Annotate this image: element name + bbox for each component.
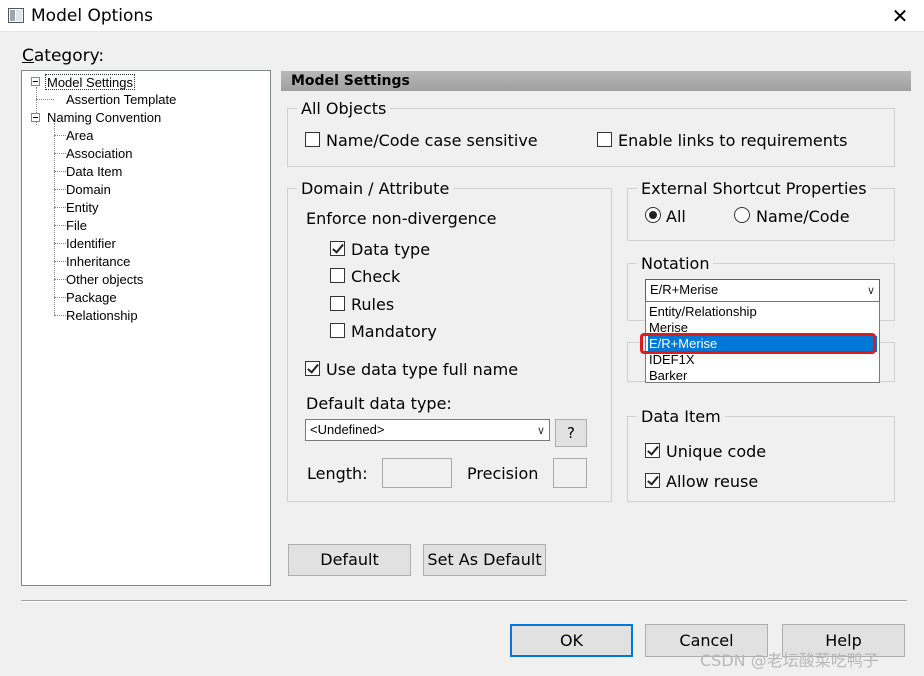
tree-line: [54, 171, 66, 172]
default-type-label: Default data type:: [306, 394, 452, 413]
tree-item-assertion-template[interactable]: Assertion Template: [66, 92, 176, 108]
panel-header: Model Settings: [281, 71, 911, 91]
tree-item-naming-convention[interactable]: Naming Convention: [47, 110, 161, 126]
allow-reuse-checkbox[interactable]: [645, 473, 660, 488]
tree-line: [54, 135, 66, 136]
category-tree[interactable]: Model Settings Assertion Template Naming…: [21, 70, 271, 586]
default-type-value: <Undefined>: [310, 422, 385, 437]
tree-item-identifier[interactable]: Identifier: [66, 236, 116, 252]
case-sensitive-checkbox[interactable]: [305, 132, 320, 147]
collapse-icon[interactable]: [31, 113, 40, 122]
chevron-down-icon: ∨: [536, 425, 545, 437]
enable-links-label: Enable links to requirements: [618, 131, 848, 150]
notation-value: E/R+Merise: [650, 282, 719, 297]
all-radio[interactable]: [645, 207, 661, 223]
app-icon: [8, 8, 24, 23]
tree-line: [54, 153, 66, 154]
mandatory-label: Mandatory: [351, 322, 437, 341]
data-item-title: Data Item: [637, 407, 725, 426]
enable-links-checkbox[interactable]: [597, 132, 612, 147]
default-type-select[interactable]: <Undefined> ∨: [305, 419, 550, 441]
unique-code-label: Unique code: [666, 442, 767, 461]
watermark: CSDN @老坛酸菜吃鸭子: [700, 651, 879, 670]
tree-line: [54, 315, 66, 316]
data-type-label: Data type: [351, 240, 431, 259]
length-label: Length:: [307, 464, 368, 483]
tree-item-inheritance[interactable]: Inheritance: [66, 254, 130, 270]
domain-attribute-title: Domain / Attribute: [297, 179, 454, 198]
category-label-rest: ategory:: [33, 46, 105, 66]
set-as-default-button[interactable]: Set As Default: [423, 544, 546, 576]
tree-line: [54, 189, 66, 190]
notation-option[interactable]: Barker: [648, 368, 877, 384]
length-input[interactable]: [382, 458, 452, 488]
tree-item-relationship[interactable]: Relationship: [66, 308, 138, 324]
tree-item-area[interactable]: Area: [66, 128, 93, 144]
tree-item-file[interactable]: File: [66, 218, 87, 234]
tree-item-model-settings[interactable]: Model Settings: [45, 74, 135, 90]
name-code-radio[interactable]: [734, 207, 750, 223]
notation-select[interactable]: E/R+Merise ∨: [645, 279, 880, 302]
external-shortcut-title: External Shortcut Properties: [637, 179, 871, 198]
precision-label: Precision: [467, 464, 539, 483]
rules-label: Rules: [351, 295, 395, 314]
notation-option[interactable]: IDEF1X: [648, 352, 877, 368]
chevron-down-icon: ∨: [866, 285, 875, 297]
use-full-name-label: Use data type full name: [326, 360, 519, 379]
tree-item-data-item[interactable]: Data Item: [66, 164, 122, 180]
help-data-type-button[interactable]: ?: [555, 419, 587, 447]
tree-line: [54, 261, 66, 262]
separator: [21, 600, 907, 602]
tree-item-domain[interactable]: Domain: [66, 182, 111, 198]
rules-checkbox[interactable]: [330, 296, 345, 311]
default-button[interactable]: Default: [288, 544, 411, 576]
tree-item-entity[interactable]: Entity: [66, 200, 99, 216]
notation-title: Notation: [637, 254, 714, 273]
tree-line: [54, 279, 66, 280]
tree-line: [36, 99, 54, 100]
notation-option[interactable]: Entity/Relationship: [648, 304, 877, 320]
name-code-radio-label: Name/Code: [756, 207, 850, 226]
all-objects-title: All Objects: [297, 99, 391, 118]
tree-item-package[interactable]: Package: [66, 290, 117, 306]
tree-line: [54, 243, 66, 244]
collapse-icon[interactable]: [31, 77, 40, 86]
check-checkbox[interactable]: [330, 268, 345, 283]
tree-line: [54, 123, 55, 315]
enforce-label: Enforce non-divergence: [306, 209, 497, 228]
unique-code-checkbox[interactable]: [645, 443, 660, 458]
tree-line: [54, 297, 66, 298]
check-label: Check: [351, 267, 401, 286]
case-sensitive-label: Name/Code case sensitive: [326, 131, 538, 150]
all-radio-label: All: [666, 207, 686, 226]
window-title: Model Options: [31, 6, 154, 26]
allow-reuse-label: Allow reuse: [666, 472, 759, 491]
ok-button[interactable]: OK: [510, 624, 633, 657]
tree-line: [54, 225, 66, 226]
domain-attribute-group: [287, 188, 612, 502]
highlight-annotation: [640, 333, 876, 354]
data-type-checkbox[interactable]: [330, 241, 345, 256]
mandatory-checkbox[interactable]: [330, 323, 345, 338]
precision-input[interactable]: [553, 458, 587, 488]
close-button[interactable]: ✕: [884, 2, 916, 30]
tree-item-association[interactable]: Association: [66, 146, 132, 162]
category-label: Category:: [22, 46, 105, 66]
tree-line: [54, 207, 66, 208]
tree-item-other-objects[interactable]: Other objects: [66, 272, 143, 288]
use-full-name-checkbox[interactable]: [305, 361, 320, 376]
